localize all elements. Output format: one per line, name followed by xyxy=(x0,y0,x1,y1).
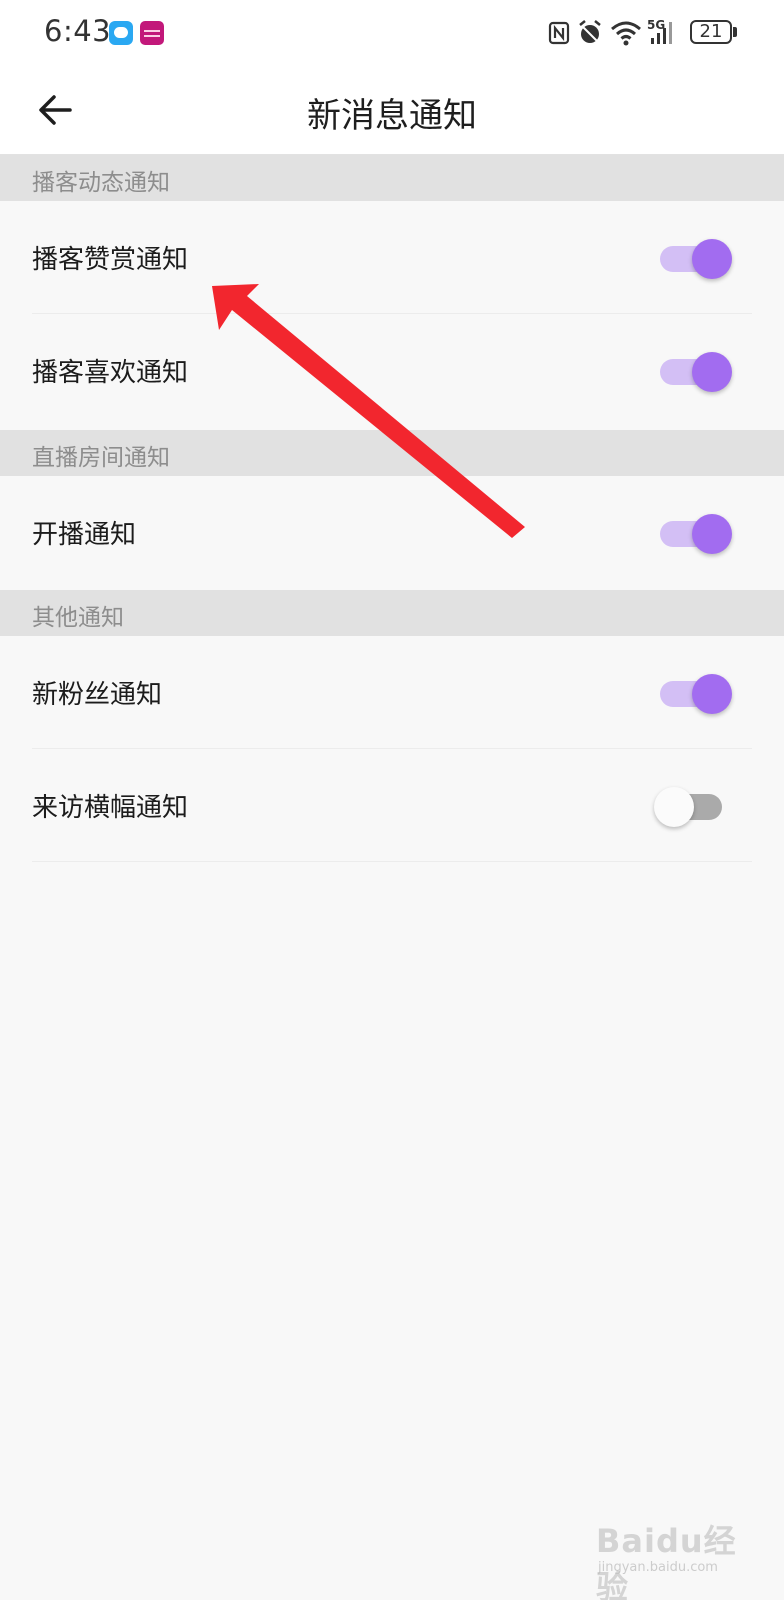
section-header-podcast: 播客动态通知 xyxy=(0,155,784,201)
setting-label: 来访横幅通知 xyxy=(32,793,189,823)
app-notification-icon xyxy=(140,21,164,45)
toggle-knob xyxy=(654,787,694,827)
setting-row-live-start: 开播通知 xyxy=(0,476,784,589)
setting-label: 开播通知 xyxy=(32,520,137,550)
live-start-toggle[interactable] xyxy=(646,512,732,556)
status-bar: 6:43 5G 21 xyxy=(0,0,784,66)
wifi-icon xyxy=(611,21,641,46)
baidu-watermark: Baidu经验 jingyan.baidu.com xyxy=(596,1510,766,1600)
section-header-live-room: 直播房间通知 xyxy=(0,430,784,476)
notification-settings-page: 6:43 5G 21 新消息通知 播客动态通知 播客赞赏通知 播客喜欢通知 直播… xyxy=(0,0,784,1600)
toggle-knob xyxy=(692,239,732,279)
section-title: 播客动态通知 xyxy=(32,170,170,196)
section-title: 其他通知 xyxy=(32,605,124,631)
status-time: 6:43 xyxy=(44,14,112,48)
setting-row-new-follower: 新粉丝通知 xyxy=(0,636,784,749)
message-app-icon xyxy=(109,21,133,45)
watermark-text: Baidu经验 xyxy=(596,1522,737,1600)
signal-strength-icon xyxy=(651,22,672,44)
new-follower-toggle[interactable] xyxy=(646,672,732,716)
podcast-like-toggle[interactable] xyxy=(646,350,732,394)
setting-row-podcast-like: 播客喜欢通知 xyxy=(0,314,784,427)
setting-label: 新粉丝通知 xyxy=(32,680,163,710)
toggle-knob xyxy=(692,352,732,392)
toggle-knob xyxy=(692,514,732,554)
setting-row-visitor-banner: 来访横幅通知 xyxy=(0,749,784,862)
row-divider xyxy=(32,861,752,862)
visitor-banner-toggle[interactable] xyxy=(646,785,732,829)
page-title: 新消息通知 xyxy=(307,96,477,136)
setting-label: 播客喜欢通知 xyxy=(32,358,189,388)
podcast-reward-toggle[interactable] xyxy=(646,237,732,281)
watermark-subtext: jingyan.baidu.com xyxy=(598,1560,718,1575)
toggle-knob xyxy=(692,674,732,714)
battery-tip xyxy=(733,27,737,37)
setting-label: 播客赞赏通知 xyxy=(32,245,189,275)
section-header-other: 其他通知 xyxy=(0,590,784,636)
battery-indicator: 21 xyxy=(690,20,732,44)
app-header: 新消息通知 xyxy=(0,66,784,155)
setting-row-podcast-reward: 播客赞赏通知 xyxy=(0,201,784,314)
section-title: 直播房间通知 xyxy=(32,445,170,471)
alarm-icon xyxy=(579,20,601,43)
nfc-icon xyxy=(548,21,570,45)
